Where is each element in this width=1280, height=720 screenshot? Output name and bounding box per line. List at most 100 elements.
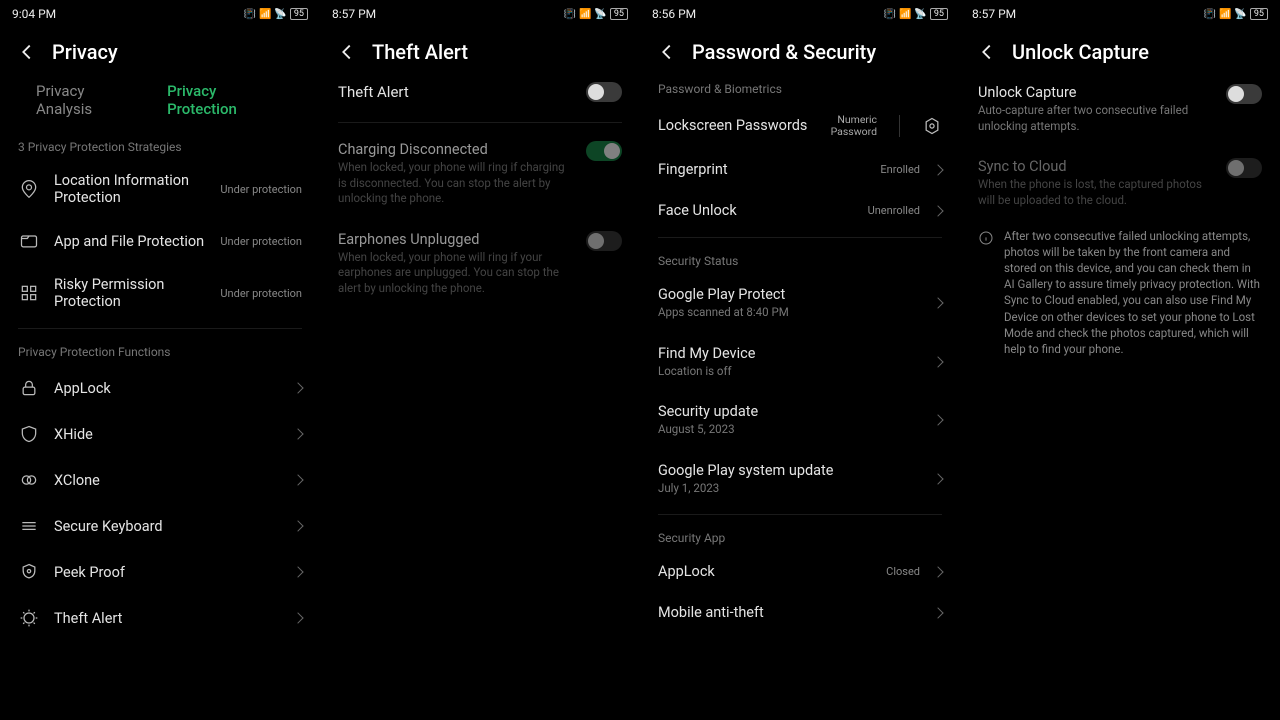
info-note: After two consecutive failed unlocking a…	[960, 220, 1280, 365]
row-title: AppLock	[658, 563, 872, 580]
alert-icon	[18, 607, 40, 629]
row-sub: When the phone is lost, the captured pho…	[978, 177, 1212, 208]
section-security-app: Security App	[640, 521, 960, 551]
face-unlock-row[interactable]: Face Unlock Unenrolled	[640, 190, 960, 231]
section-label-functions: Privacy Protection Functions	[0, 335, 320, 365]
toggle[interactable]	[1226, 84, 1262, 104]
chevron-right-icon	[932, 607, 943, 618]
applock-row[interactable]: AppLock Closed	[640, 551, 960, 592]
row-sub: August 5, 2023	[658, 422, 920, 438]
separator	[899, 115, 900, 137]
divider	[658, 237, 942, 238]
row-title: XHide	[54, 426, 280, 443]
header: Unlock Capture	[960, 28, 1280, 72]
divider	[18, 328, 302, 329]
function-xhide[interactable]: XHide	[0, 411, 320, 457]
chevron-right-icon	[932, 415, 943, 426]
row-title: AppLock	[54, 380, 280, 397]
row-status: Unenrolled	[868, 204, 920, 217]
battery-icon: 95	[290, 8, 308, 20]
tab-analysis[interactable]: Privacy Analysis	[36, 82, 139, 118]
clock: 8:57 PM	[972, 7, 1016, 21]
page-title: Theft Alert	[372, 40, 468, 64]
wifi-icon: 📡	[274, 9, 286, 20]
page-title: Password & Security	[692, 40, 876, 64]
find-my-device-row[interactable]: Find My Device Location is off	[640, 333, 960, 392]
row-status: Under protection	[220, 235, 302, 248]
page-title: Privacy	[52, 40, 118, 64]
row-title: Find My Device	[658, 345, 920, 362]
shield-icon	[18, 423, 40, 445]
info-icon	[978, 230, 994, 246]
chevron-right-icon	[292, 428, 303, 439]
row-sub: Auto-capture after two consecutive faile…	[978, 103, 1212, 134]
function-theft[interactable]: Theft Alert	[0, 595, 320, 641]
chevron-right-icon	[932, 205, 943, 216]
toggle[interactable]	[586, 231, 622, 251]
row-title: Risky Permission Protection	[54, 276, 206, 310]
grid-icon	[18, 282, 40, 304]
row-sub: When locked, your phone will ring if cha…	[338, 160, 572, 207]
unlock-capture-toggle-row[interactable]: Unlock Capture Auto-capture after two co…	[960, 72, 1280, 146]
row-title: Secure Keyboard	[54, 518, 280, 535]
back-icon[interactable]	[336, 41, 358, 63]
play-system-update-row[interactable]: Google Play system update July 1, 2023	[640, 450, 960, 509]
function-keyboard[interactable]: Secure Keyboard	[0, 503, 320, 549]
statusbar: 8:57 PM 📳 📶 📡 95	[960, 0, 1280, 28]
toggle[interactable]	[586, 141, 622, 161]
sync-cloud-toggle-row: Sync to Cloud When the phone is lost, th…	[960, 146, 1280, 220]
section-security-status: Security Status	[640, 244, 960, 274]
row-title: Theft Alert	[54, 610, 280, 627]
clock: 9:04 PM	[12, 7, 56, 21]
function-peekproof[interactable]: Peek Proof	[0, 549, 320, 595]
header: Theft Alert	[320, 28, 640, 72]
fingerprint-row[interactable]: Fingerprint Enrolled	[640, 149, 960, 190]
charging-disconnected-row[interactable]: Charging Disconnected When locked, your …	[320, 129, 640, 219]
back-icon[interactable]	[656, 41, 678, 63]
signal-icon: 📶	[579, 9, 591, 20]
eye-shield-icon	[18, 561, 40, 583]
play-protect-row[interactable]: Google Play Protect Apps scanned at 8:40…	[640, 274, 960, 333]
strategy-app-file[interactable]: App and File Protection Under protection	[0, 218, 320, 264]
security-update-row[interactable]: Security update August 5, 2023	[640, 391, 960, 450]
mobile-antitheft-row[interactable]: Mobile anti-theft	[640, 592, 960, 633]
back-icon[interactable]	[16, 41, 38, 63]
function-applock[interactable]: AppLock	[0, 365, 320, 411]
divider	[338, 122, 622, 123]
chevron-right-icon	[932, 566, 943, 577]
row-title: Location Information Protection	[54, 172, 206, 206]
vibrate-icon: 📳	[564, 9, 576, 20]
settings-hex-icon[interactable]	[922, 116, 942, 136]
row-sub: Apps scanned at 8:40 PM	[658, 305, 920, 321]
theft-alert-toggle-row[interactable]: Theft Alert	[320, 72, 640, 116]
statusbar: 9:04 PM 📳 📶 📡 95	[0, 0, 320, 28]
row-title: Lockscreen Passwords	[658, 117, 817, 134]
header: Privacy	[0, 28, 320, 72]
clock: 8:56 PM	[652, 7, 696, 21]
strategy-permission[interactable]: Risky Permission Protection Under protec…	[0, 264, 320, 322]
tab-protection[interactable]: Privacy Protection	[167, 82, 284, 118]
row-status: Closed	[886, 565, 920, 578]
status-icons: 📳 📶 📡 95	[244, 8, 308, 20]
back-icon[interactable]	[976, 41, 998, 63]
row-title: Earphones Unplugged	[338, 231, 572, 248]
toggle[interactable]	[586, 82, 622, 102]
toggle	[1226, 158, 1262, 178]
function-xclone[interactable]: XClone	[0, 457, 320, 503]
chevron-right-icon	[932, 164, 943, 175]
privacy-screen: 9:04 PM 📳 📶 📡 95 Privacy Privacy Analysi…	[0, 0, 320, 720]
earphones-unplugged-row[interactable]: Earphones Unplugged When locked, your ph…	[320, 219, 640, 309]
clock: 8:57 PM	[332, 7, 376, 21]
chevron-right-icon	[292, 566, 303, 577]
lockscreen-passwords-row[interactable]: Lockscreen Passwords NumericPassword	[640, 102, 960, 149]
row-title: Google Play system update	[658, 462, 920, 479]
wifi-icon: 📡	[1234, 9, 1246, 20]
status-icons: 📳 📶 📡 95	[884, 8, 948, 20]
location-icon	[18, 178, 40, 200]
row-title: Face Unlock	[658, 202, 854, 219]
section-password-biometrics: Password & Biometrics	[640, 72, 960, 102]
strategy-location[interactable]: Location Information Protection Under pr…	[0, 160, 320, 218]
vibrate-icon: 📳	[1204, 9, 1216, 20]
signal-icon: 📶	[899, 9, 911, 20]
row-title: Fingerprint	[658, 161, 866, 178]
